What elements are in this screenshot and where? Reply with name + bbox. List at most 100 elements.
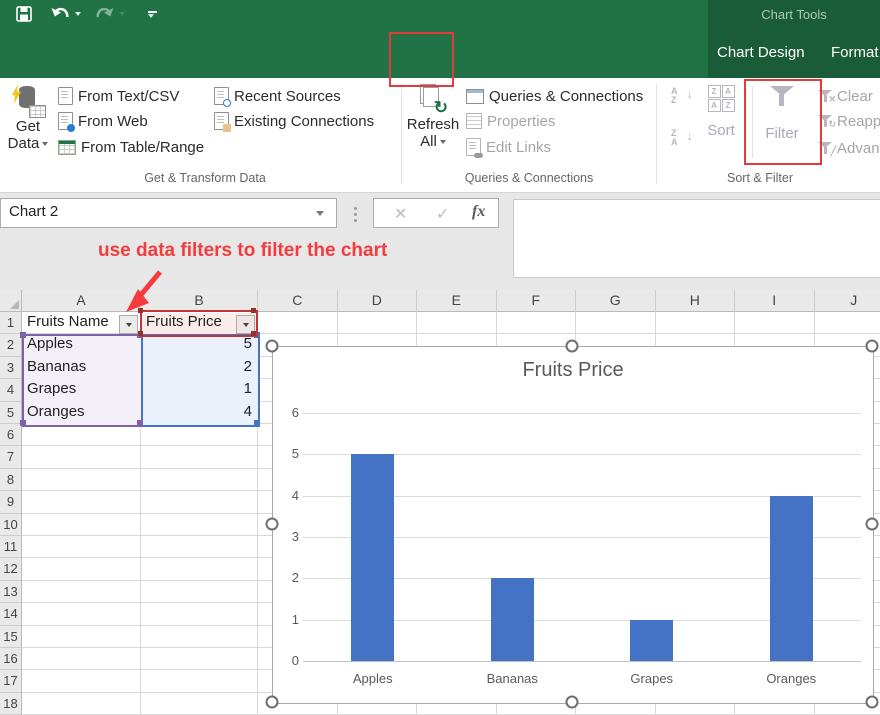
group-label-get-transform: Get & Transform Data (60, 171, 350, 185)
refresh-all-button[interactable]: ↻ Refresh All (404, 84, 462, 150)
y-tick-5: 5 (279, 446, 299, 461)
row-header-16[interactable]: 16 (0, 648, 22, 670)
bar-grapes[interactable] (630, 620, 673, 661)
edit-links-icon (466, 138, 481, 156)
embedded-chart[interactable]: Fruits Price 6543210ApplesBananasGrapesO… (272, 346, 874, 704)
chart-resize-handle[interactable] (566, 340, 579, 353)
name-box-dropdown-icon[interactable] (316, 211, 324, 216)
text-file-icon (58, 87, 73, 105)
recent-sources-button[interactable]: Recent Sources (214, 86, 341, 106)
existing-connections-button[interactable]: Existing Connections (214, 111, 374, 131)
cell-b4[interactable]: 1 (152, 380, 252, 397)
row-header-7[interactable]: 7 (0, 446, 22, 468)
chart-resize-handle[interactable] (266, 696, 279, 709)
queries-connections-icon (466, 89, 484, 104)
from-text-csv-button[interactable]: From Text/CSV (58, 86, 179, 106)
chart-resize-handle[interactable] (266, 518, 279, 531)
column-header-E[interactable]: E (417, 290, 497, 312)
filter-dropdown-a1[interactable] (119, 315, 138, 334)
row-header-3[interactable]: 3 (0, 357, 22, 379)
x-category-bananas: Bananas (452, 671, 572, 686)
ribbon: Get Data From Text/CSV From Web From Tab… (0, 78, 880, 193)
chart-tools-label: Chart Tools (708, 7, 880, 22)
reapply-filter-icon: ↻ (818, 115, 832, 128)
chart-title[interactable]: Fruits Price (273, 359, 873, 382)
reapply-filter-button: ↻ Reapply (818, 111, 880, 131)
row-header-2[interactable]: 2 (0, 334, 22, 356)
row-header-4[interactable]: 4 (0, 379, 22, 401)
cell-a5[interactable]: Oranges (27, 403, 85, 420)
existing-connections-icon (214, 112, 229, 130)
y-tick-4: 4 (279, 488, 299, 503)
insert-function-icon[interactable]: fx (472, 203, 485, 221)
chart-resize-handle[interactable] (566, 696, 579, 709)
from-table-range-button[interactable]: From Table/Range (58, 137, 204, 157)
excel-window: FileHomeInsertPage LayoutFormulasDataRev… (0, 0, 880, 715)
queries-connections-button[interactable]: Queries & Connections (466, 86, 643, 106)
y-tick-1: 1 (279, 612, 299, 627)
formula-bar-input[interactable] (513, 199, 880, 278)
cell-a1[interactable]: Fruits Name (27, 313, 109, 330)
column-header-J[interactable]: J (815, 290, 880, 312)
advanced-filter-button: ╱ Advanced (818, 138, 880, 158)
row-header-11[interactable]: 11 (0, 536, 22, 558)
undo-dropdown-icon[interactable] (75, 12, 81, 16)
row-header-10[interactable]: 10 (0, 514, 22, 536)
tab-format[interactable]: Format (831, 44, 879, 61)
bar-bananas[interactable] (491, 578, 534, 661)
row-header-17[interactable]: 17 (0, 670, 22, 692)
advanced-filter-icon: ╱ (818, 142, 832, 155)
sort-ascending-icon: AZ↓ (671, 87, 693, 109)
bar-apples[interactable] (351, 454, 394, 661)
customize-qat-icon[interactable] (148, 6, 154, 18)
filter-icon (769, 85, 795, 109)
undo-icon[interactable] (50, 6, 81, 21)
chart-resize-handle[interactable] (866, 518, 879, 531)
sort-descending-icon: ZA↓ (671, 129, 693, 151)
table-icon (58, 140, 76, 155)
cell-a3[interactable]: Bananas (27, 358, 86, 375)
formula-bar-options-icon[interactable] (354, 213, 357, 216)
cell-b2[interactable]: 5 (152, 335, 252, 352)
name-box[interactable]: Chart 2 (0, 198, 337, 228)
clear-filter-icon: ✕ (818, 90, 832, 103)
get-data-button[interactable]: Get Data (2, 84, 54, 152)
row-header-9[interactable]: 9 (0, 491, 22, 513)
cell-a4[interactable]: Grapes (27, 380, 76, 397)
redo-dropdown-icon (119, 12, 125, 16)
chart-resize-handle[interactable] (866, 340, 879, 353)
from-web-button[interactable]: From Web (58, 111, 148, 131)
column-header-C[interactable]: C (258, 290, 338, 312)
chart-resize-handle[interactable] (266, 340, 279, 353)
row-header-12[interactable]: 12 (0, 558, 22, 580)
row-header-8[interactable]: 8 (0, 469, 22, 491)
row-header-6[interactable]: 6 (0, 424, 22, 446)
row-header-15[interactable]: 15 (0, 626, 22, 648)
cell-a2[interactable]: Apples (27, 335, 73, 352)
group-label-queries-connections: Queries & Connections (404, 171, 654, 185)
tab-chart-design[interactable]: Chart Design (717, 44, 805, 61)
cell-b5[interactable]: 4 (152, 403, 252, 420)
column-header-H[interactable]: H (656, 290, 736, 312)
row-header-13[interactable]: 13 (0, 581, 22, 603)
row-header-18[interactable]: 18 (0, 693, 22, 715)
sort-icon: ZA (698, 85, 744, 98)
y-tick-6: 6 (279, 405, 299, 420)
column-header-G[interactable]: G (576, 290, 656, 312)
column-header-D[interactable]: D (338, 290, 418, 312)
refresh-all-icon: ↻ (418, 84, 448, 116)
recent-sources-icon (214, 87, 229, 105)
bar-oranges[interactable] (770, 496, 813, 661)
chart-resize-handle[interactable] (866, 696, 879, 709)
row-header-5[interactable]: 5 (0, 402, 22, 424)
column-header-I[interactable]: I (735, 290, 815, 312)
row-header-1[interactable]: 1 (0, 312, 22, 334)
properties-button: Properties (466, 111, 555, 131)
row-header-14[interactable]: 14 (0, 603, 22, 625)
save-icon[interactable] (16, 6, 32, 22)
cell-b3[interactable]: 2 (152, 358, 252, 375)
column-header-F[interactable]: F (497, 290, 577, 312)
sort-button: ZA AZ Sort (698, 85, 744, 139)
x-axis-line (303, 661, 861, 662)
worksheet-grid: ABCDEFGHIJ 123456789101112131415161718 F… (0, 290, 880, 715)
